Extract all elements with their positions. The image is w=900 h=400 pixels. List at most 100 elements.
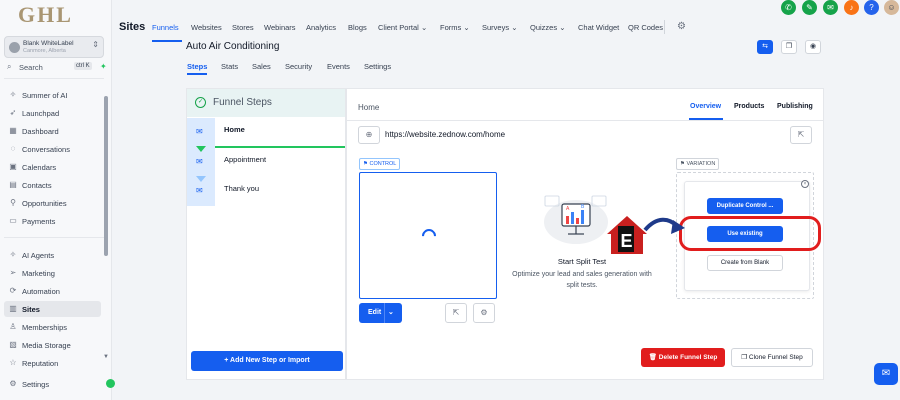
chevron-down-icon: ⌄ bbox=[511, 23, 518, 32]
gear-icon[interactable]: ⚙ bbox=[677, 21, 686, 32]
duplicate-control-button[interactable]: Duplicate Control ... bbox=[707, 198, 783, 214]
page-url[interactable]: https://website.zednow.com/home bbox=[385, 130, 505, 139]
steps-header: ✓ Funnel Steps bbox=[187, 89, 345, 117]
scroll-down-arrow-icon[interactable]: ▼ bbox=[103, 354, 109, 360]
sidebar-divider bbox=[4, 237, 104, 238]
edit-button[interactable]: Edit ⌄ bbox=[359, 303, 402, 323]
tab-publishing[interactable]: Publishing bbox=[777, 103, 813, 110]
tab-steps[interactable]: Steps bbox=[187, 62, 207, 71]
sidebar-item-calendars[interactable]: ▣ Calendars bbox=[4, 159, 101, 175]
sidebar-item-conversations[interactable]: ◌ Conversations bbox=[4, 141, 101, 157]
flag-icon: ⚑ bbox=[363, 161, 368, 167]
tab-webinars[interactable]: Webinars bbox=[264, 23, 296, 32]
tab-chat-widget[interactable]: Chat Widget bbox=[578, 23, 619, 32]
copy-icon[interactable]: ❐ bbox=[781, 40, 797, 54]
step-appointment[interactable]: ✉ Appointment bbox=[187, 148, 345, 176]
tab-funnels[interactable]: Funnels bbox=[152, 23, 179, 32]
tab-overview[interactable]: Overview bbox=[690, 103, 721, 110]
bell-icon[interactable]: ♪ bbox=[844, 0, 859, 15]
delete-label: Delete Funnel Step bbox=[658, 354, 718, 361]
tab-security[interactable]: Security bbox=[285, 62, 312, 71]
sidebar-item-payments[interactable]: ▭ Payments bbox=[4, 213, 101, 229]
tab-analytics[interactable]: Analytics bbox=[306, 23, 336, 32]
clone-funnel-step-button[interactable]: ❐ Clone Funnel Step bbox=[731, 348, 813, 367]
sidebar-item-label: Conversations bbox=[22, 145, 70, 154]
share-icon[interactable]: ⇆ bbox=[757, 40, 773, 54]
chevron-down-icon[interactable]: ⌄ bbox=[388, 308, 394, 316]
loading-spinner-icon bbox=[419, 226, 439, 246]
sidebar-item-sites[interactable]: ▥ Sites bbox=[4, 301, 101, 317]
sidebar-item-dashboard[interactable]: ▦ Dashboard bbox=[4, 123, 101, 139]
sidebar-item-ai-agents[interactable]: ✧ AI Agents bbox=[4, 247, 101, 263]
contacts-icon: ▤ bbox=[9, 180, 17, 189]
sidebar-item-label: Launchpad bbox=[22, 109, 60, 118]
megaphone-icon[interactable]: ✎ bbox=[802, 0, 817, 15]
tab-blogs[interactable]: Blogs bbox=[348, 23, 367, 32]
tab-forms[interactable]: Forms ⌄ bbox=[440, 23, 470, 32]
chat-support-icon[interactable]: ✉ bbox=[874, 363, 898, 385]
tab-events[interactable]: Events bbox=[327, 62, 350, 71]
top-navigation: Sites Funnels Websites Stores Webinars A… bbox=[112, 14, 900, 42]
active-tab-indicator bbox=[187, 73, 207, 75]
external-link-icon[interactable]: ⇱ bbox=[790, 126, 812, 144]
phone-icon[interactable]: ✆ bbox=[781, 0, 796, 15]
sidebar-item-contacts[interactable]: ▤ Contacts bbox=[4, 177, 101, 193]
gear-icon: ⚙ bbox=[9, 379, 17, 388]
mail-icon: ✉ bbox=[196, 157, 203, 166]
sidebar-divider bbox=[4, 78, 104, 79]
split-test-title: Start Split Test bbox=[557, 257, 607, 266]
search-input[interactable]: ⌕ Search ctrl K ✦ bbox=[4, 61, 107, 74]
sidebar-scrollbar[interactable] bbox=[104, 96, 108, 256]
status-indicator bbox=[106, 379, 115, 388]
ai-icon: ✧ bbox=[9, 250, 17, 259]
step-label: Thank you bbox=[224, 184, 260, 193]
sidebar-item-settings[interactable]: ⚙ Settings bbox=[4, 376, 101, 392]
tab-client-portal[interactable]: Client Portal ⌄ bbox=[378, 23, 427, 32]
divider bbox=[664, 20, 665, 34]
preview-icon[interactable]: ◉ bbox=[805, 40, 821, 54]
sidebar-item-label: Marketing bbox=[22, 269, 55, 278]
external-link-icon[interactable]: ⇱ bbox=[445, 303, 467, 323]
tab-products[interactable]: Products bbox=[734, 103, 764, 110]
sidebar-item-opportunities[interactable]: ⚲ Opportunities bbox=[4, 195, 101, 211]
bolt-icon[interactable]: ✦ bbox=[100, 62, 107, 71]
settings-icon[interactable]: ⚙ bbox=[473, 303, 495, 323]
tab-surveys[interactable]: Surveys ⌄ bbox=[482, 23, 517, 32]
sidebar-item-label: Memberships bbox=[22, 323, 68, 332]
control-preview[interactable] bbox=[359, 172, 497, 299]
sidebar: GHL Blank WhiteLabel Canmore, Alberta ⇕ … bbox=[0, 0, 112, 400]
sidebar-item-marketing[interactable]: ➢ Marketing bbox=[4, 265, 101, 281]
rocket-icon: ➶ bbox=[9, 108, 17, 117]
tab-websites[interactable]: Websites bbox=[191, 23, 222, 32]
sidebar-item-label: Dashboard bbox=[22, 127, 59, 136]
tab-sales[interactable]: Sales bbox=[252, 62, 271, 71]
sidebar-item-summer-of-ai[interactable]: ✧ Summer of AI bbox=[4, 87, 101, 103]
add-new-step-button[interactable]: + Add New Step or Import bbox=[191, 351, 343, 371]
sidebar-item-launchpad[interactable]: ➶ Launchpad bbox=[4, 105, 101, 121]
chevron-updown-icon: ⇕ bbox=[92, 40, 99, 49]
steps-title: Funnel Steps bbox=[213, 97, 272, 108]
tab-quizzes[interactable]: Quizzes ⌄ bbox=[530, 23, 565, 32]
delete-funnel-step-button[interactable]: 🗑 Delete Funnel Step bbox=[641, 348, 725, 367]
tab-stats[interactable]: Stats bbox=[221, 62, 238, 71]
user-avatar[interactable]: ☺ bbox=[884, 0, 899, 15]
sidebar-item-media-storage[interactable]: ▧ Media Storage bbox=[4, 337, 101, 353]
close-icon[interactable]: × bbox=[801, 180, 809, 188]
tab-settings[interactable]: Settings bbox=[364, 62, 391, 71]
globe-icon[interactable]: ⊕ bbox=[358, 126, 380, 144]
step-thank-you[interactable]: ✉ Thank you bbox=[187, 177, 345, 205]
sidebar-item-memberships[interactable]: ♙ Memberships bbox=[4, 319, 101, 335]
tab-qr-codes[interactable]: QR Codes bbox=[628, 23, 663, 32]
search-placeholder: Search bbox=[19, 63, 43, 72]
funnel-icon: ⚲ bbox=[10, 198, 16, 207]
account-avatar bbox=[9, 42, 20, 53]
sidebar-item-reputation[interactable]: ☆ Reputation bbox=[4, 355, 101, 371]
account-switcher[interactable]: Blank WhiteLabel Canmore, Alberta ⇕ bbox=[4, 36, 104, 58]
sidebar-item-automation[interactable]: ⟳ Automation bbox=[4, 283, 101, 299]
create-from-blank-button[interactable]: Create from Blank bbox=[707, 255, 783, 271]
chat-icon[interactable]: ✉ bbox=[823, 0, 838, 15]
tab-stores[interactable]: Stores bbox=[232, 23, 254, 32]
step-home[interactable]: ✉ Home bbox=[187, 118, 345, 146]
svg-text:E: E bbox=[621, 231, 633, 251]
help-icon[interactable]: ? bbox=[864, 0, 879, 15]
